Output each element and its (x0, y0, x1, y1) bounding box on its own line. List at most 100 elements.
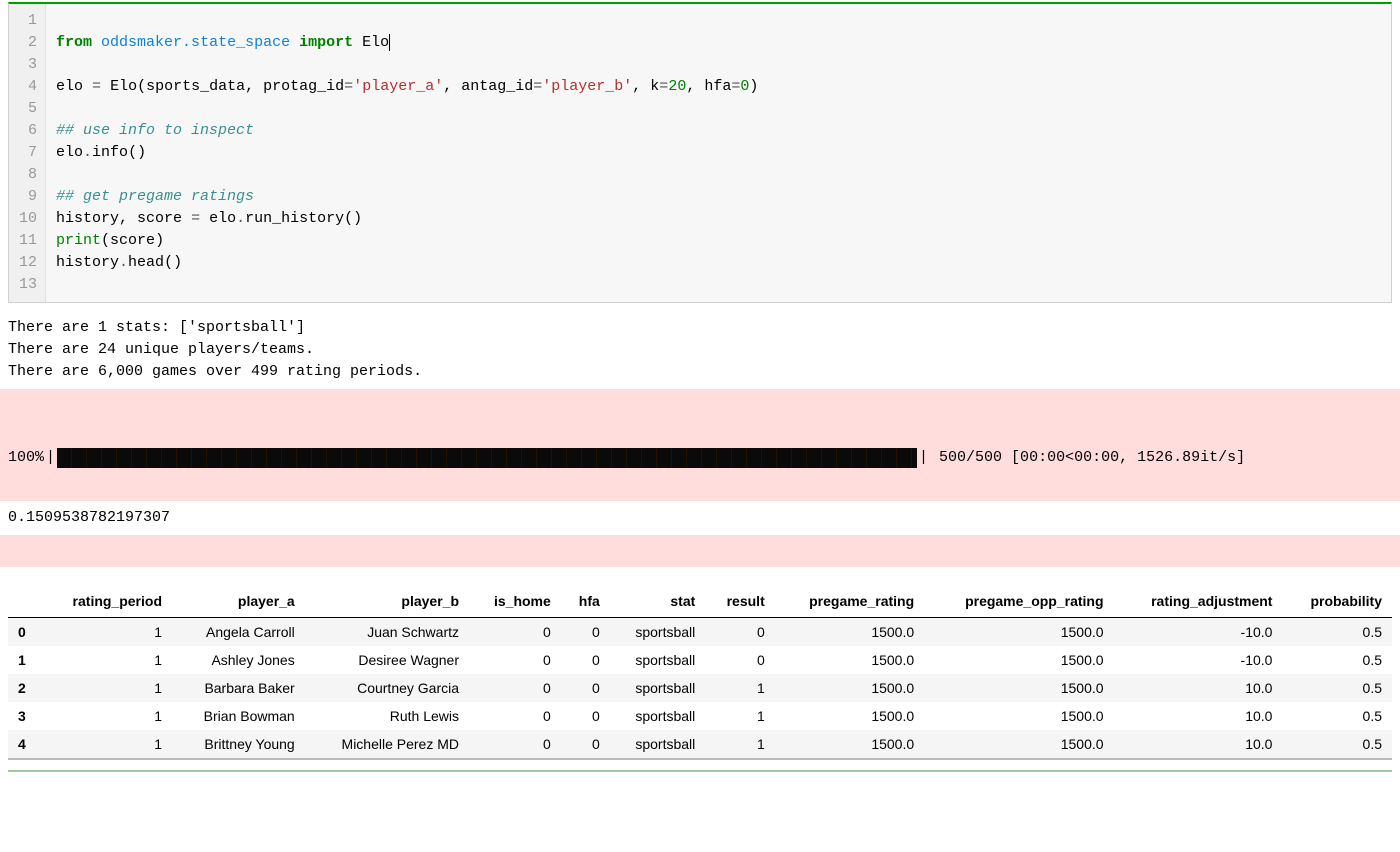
table-cell: 0 (561, 618, 610, 647)
table-cell: Brittney Young (172, 730, 305, 759)
progress-stats: 500/500 [00:00<00:00, 1526.89it/s] (930, 445, 1245, 471)
table-cell: 1 (705, 730, 774, 759)
line-number-gutter: 1 2 3 4 5 6 7 8 9 10 11 12 13 (9, 4, 46, 302)
table-cell: 0 (561, 702, 610, 730)
cell-separator (8, 770, 1392, 772)
table-row: 01Angela CarrollJuan Schwartz00sportsbal… (8, 618, 1392, 647)
output-line: There are 24 unique players/teams. (8, 339, 1392, 361)
col-header: stat (610, 585, 706, 618)
table-body: 01Angela CarrollJuan Schwartz00sportsbal… (8, 618, 1392, 760)
table-cell: 1 (41, 674, 172, 702)
col-header: probability (1282, 585, 1392, 618)
index-header (8, 585, 41, 618)
table-cell: 10.0 (1114, 702, 1283, 730)
table-cell: 0 (705, 646, 774, 674)
line-number: 1 (19, 10, 37, 32)
table-cell: Ruth Lewis (305, 702, 469, 730)
line-number: 7 (19, 142, 37, 164)
line-number: 2 (19, 32, 37, 54)
table-cell: 1 (705, 674, 774, 702)
dataframe-table: rating_period player_a player_b is_home … (8, 585, 1392, 760)
table-cell: 0.5 (1282, 674, 1392, 702)
table-cell: sportsball (610, 646, 706, 674)
line-number: 3 (19, 54, 37, 76)
stderr-blank (0, 535, 1400, 567)
table-cell: -10.0 (1114, 618, 1283, 647)
table-cell: 0 (469, 702, 561, 730)
table-cell: Desiree Wagner (305, 646, 469, 674)
stdout-score: 0.1509538782197307 (8, 507, 1392, 529)
table-cell: 1500.0 (924, 618, 1113, 647)
table-row: 21Barbara BakerCourtney Garcia00sportsba… (8, 674, 1392, 702)
table-row: 31Brian BowmanRuth Lewis00sportsball1150… (8, 702, 1392, 730)
table-cell: 1500.0 (775, 618, 924, 647)
table-cell: 1500.0 (775, 730, 924, 759)
table-cell: Angela Carroll (172, 618, 305, 647)
row-index: 3 (8, 702, 41, 730)
line-number: 8 (19, 164, 37, 186)
code-cell[interactable]: 1 2 3 4 5 6 7 8 9 10 11 12 13 from oddsm… (8, 2, 1392, 303)
line-number: 12 (19, 252, 37, 274)
progress-bar (57, 448, 917, 468)
score-value: 0.1509538782197307 (8, 507, 1392, 529)
line-number: 11 (19, 230, 37, 252)
table-cell: 1 (41, 702, 172, 730)
table-cell: Barbara Baker (172, 674, 305, 702)
table-cell: 1500.0 (924, 730, 1113, 759)
table-cell: 0 (469, 646, 561, 674)
table-cell: 1500.0 (924, 646, 1113, 674)
table-cell: 0 (705, 618, 774, 647)
table-row: 41Brittney YoungMichelle Perez MD00sport… (8, 730, 1392, 759)
line-number: 4 (19, 76, 37, 98)
table-cell: Brian Bowman (172, 702, 305, 730)
table-cell: 0.5 (1282, 618, 1392, 647)
row-index: 1 (8, 646, 41, 674)
table-cell: sportsball (610, 618, 706, 647)
table-cell: Courtney Garcia (305, 674, 469, 702)
table-row: 11Ashley JonesDesiree Wagner00sportsball… (8, 646, 1392, 674)
code-editor[interactable]: 1 2 3 4 5 6 7 8 9 10 11 12 13 from oddsm… (9, 4, 1391, 302)
col-header: is_home (469, 585, 561, 618)
col-header: pregame_opp_rating (924, 585, 1113, 618)
table-cell: 1 (41, 730, 172, 759)
col-header: player_b (305, 585, 469, 618)
row-index: 0 (8, 618, 41, 647)
table-cell: sportsball (610, 674, 706, 702)
table-header: rating_period player_a player_b is_home … (8, 585, 1392, 618)
table-cell: sportsball (610, 702, 706, 730)
dataframe-output: rating_period player_a player_b is_home … (8, 585, 1392, 760)
table-cell: 0 (561, 646, 610, 674)
stdout-info: There are 1 stats: ['sportsball'] There … (8, 317, 1392, 383)
table-cell: sportsball (610, 730, 706, 759)
line-number: 6 (19, 120, 37, 142)
table-cell: 1 (41, 646, 172, 674)
table-cell: 0.5 (1282, 702, 1392, 730)
row-index: 4 (8, 730, 41, 759)
table-cell: -10.0 (1114, 646, 1283, 674)
table-cell: 10.0 (1114, 674, 1283, 702)
table-cell: 1500.0 (775, 702, 924, 730)
col-header: result (705, 585, 774, 618)
table-cell: 1500.0 (775, 646, 924, 674)
progress-percent: 100% (8, 445, 44, 471)
table-cell: Juan Schwartz (305, 618, 469, 647)
col-header: rating_adjustment (1114, 585, 1283, 618)
table-cell: 1 (705, 702, 774, 730)
line-number: 10 (19, 208, 37, 230)
table-cell: 10.0 (1114, 730, 1283, 759)
table-cell: 0 (561, 674, 610, 702)
line-number: 13 (19, 274, 37, 296)
table-cell: 0.5 (1282, 730, 1392, 759)
col-header: pregame_rating (775, 585, 924, 618)
output-line: There are 6,000 games over 499 rating pe… (8, 361, 1392, 383)
row-index: 2 (8, 674, 41, 702)
col-header: hfa (561, 585, 610, 618)
table-cell: 0 (469, 730, 561, 759)
table-cell: 1500.0 (775, 674, 924, 702)
code-content[interactable]: from oddsmaker.state_space import Elo el… (46, 4, 1391, 302)
table-cell: Ashley Jones (172, 646, 305, 674)
col-header: rating_period (41, 585, 172, 618)
table-cell: 0.5 (1282, 646, 1392, 674)
table-cell: 1500.0 (924, 702, 1113, 730)
table-cell: 1 (41, 618, 172, 647)
